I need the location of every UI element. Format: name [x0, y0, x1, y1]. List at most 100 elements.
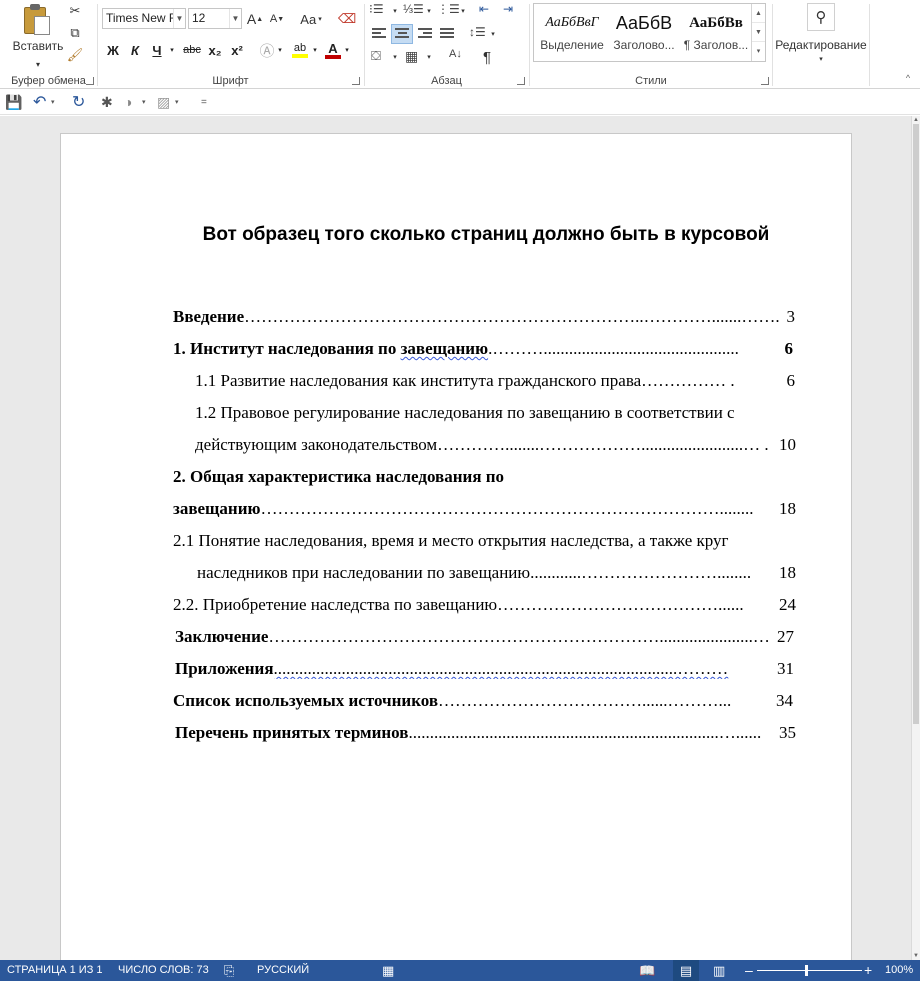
highlight-color-swatch: [292, 54, 308, 58]
collapse-ribbon-icon[interactable]: ^: [902, 72, 914, 84]
style-heading-1[interactable]: АаБбВ Заголово...: [608, 6, 680, 59]
grow-font-button[interactable]: A ▲: [246, 10, 264, 28]
macro-recording-icon[interactable]: ▦: [382, 960, 394, 981]
clipboard-launcher-icon[interactable]: [86, 77, 94, 85]
document-page[interactable]: Вот образец того сколько страниц должно …: [60, 133, 852, 960]
proofing-icon[interactable]: ⎘: [224, 960, 234, 981]
strikethrough-button[interactable]: abc: [180, 40, 204, 60]
clear-formatting-icon[interactable]: ⌫: [338, 10, 356, 28]
toc-page-number: 24: [779, 595, 796, 614]
toc-page-number: 34: [776, 691, 793, 710]
font-size-combo[interactable]: 12 ▼: [188, 8, 242, 29]
styles-launcher-icon[interactable]: [761, 77, 769, 85]
vertical-scrollbar[interactable]: ▲ ▼: [911, 116, 920, 960]
word-count-status[interactable]: ЧИСЛО СЛОВ: 73: [118, 960, 209, 981]
subscript-button[interactable]: x₂: [206, 40, 224, 60]
borders-dropdown-icon[interactable]: ▾: [425, 50, 433, 64]
increase-indent-icon[interactable]: ⇥: [503, 2, 523, 20]
change-case-button[interactable]: Aa ▾: [296, 10, 326, 28]
scroll-up-icon[interactable]: ▲: [912, 116, 920, 124]
scroll-up-icon[interactable]: ▲: [752, 4, 765, 23]
language-status[interactable]: РУССКИЙ: [257, 960, 309, 981]
underline-button[interactable]: Ч: [148, 40, 166, 60]
picture-icon[interactable]: ▨: [157, 93, 170, 111]
cut-icon[interactable]: ✂: [66, 2, 84, 20]
zoom-out-button[interactable]: –: [745, 960, 753, 981]
font-family-combo[interactable]: Times New R ▼: [102, 8, 186, 29]
more-styles-icon[interactable]: ▾: [752, 42, 765, 61]
paste-label[interactable]: Вставить: [8, 39, 68, 53]
italic-button[interactable]: К: [126, 40, 144, 60]
toc-entry-text: Перечень принятых терминов: [175, 723, 409, 742]
picture-dropdown-icon[interactable]: ▾: [175, 93, 179, 111]
line-spacing-icon[interactable]: ↕☰: [469, 25, 489, 43]
undo-icon[interactable]: ↶: [33, 93, 46, 111]
bold-button[interactable]: Ж: [104, 40, 122, 60]
scroll-down-icon[interactable]: ▼: [752, 23, 765, 42]
zoom-slider-track[interactable]: [757, 970, 862, 971]
underline-label: Ч: [152, 42, 162, 58]
superscript-button[interactable]: x²: [228, 40, 246, 60]
macro-icon[interactable]: ✱: [101, 93, 113, 111]
page-count-status[interactable]: СТРАНИЦА 1 ИЗ 1: [7, 960, 103, 981]
borders-icon[interactable]: ▦: [405, 48, 425, 66]
find-icon[interactable]: ⚲: [807, 3, 835, 31]
zoom-in-button[interactable]: +: [864, 960, 872, 981]
toc-entry-text: наследников при наследовании по завещани…: [197, 563, 531, 582]
numbering-dropdown-icon[interactable]: ▾: [425, 4, 433, 18]
align-center-icon[interactable]: [391, 24, 413, 44]
customize-qat-button[interactable]: =: [201, 93, 207, 111]
redo-icon[interactable]: ↻: [72, 93, 85, 111]
text-effects-dropdown-icon[interactable]: ▾: [276, 40, 284, 60]
undo-dropdown-icon[interactable]: ▾: [51, 93, 55, 111]
highlight-dropdown-icon[interactable]: ▾: [311, 40, 319, 60]
copy-icon[interactable]: ⧉: [66, 24, 84, 42]
print-layout-icon[interactable]: ▤: [673, 960, 699, 981]
format-painter-icon[interactable]: 🖌: [66, 46, 84, 64]
paste-button[interactable]: [22, 4, 52, 36]
shrink-font-button[interactable]: A ▼: [268, 10, 286, 28]
line-spacing-dropdown-icon[interactable]: ▾: [489, 27, 497, 41]
zoom-level[interactable]: 100%: [885, 960, 913, 981]
chevron-down-icon[interactable]: ▼: [173, 9, 185, 28]
scrollbar-thumb[interactable]: [913, 124, 919, 724]
editing-button[interactable]: Редактирование: [773, 38, 869, 52]
font-color-button[interactable]: A: [324, 40, 342, 60]
shading-icon[interactable]: ⛋: [371, 48, 391, 66]
align-left-icon[interactable]: [369, 25, 389, 43]
theme-dropdown-icon[interactable]: ▾: [142, 93, 146, 111]
justify-icon[interactable]: [437, 25, 457, 43]
editing-dropdown-icon[interactable]: ▾: [817, 54, 825, 64]
paste-dropdown-icon[interactable]: ▾: [29, 55, 47, 73]
numbering-icon[interactable]: ⅓☰: [403, 2, 424, 20]
theme-icon[interactable]: ◑: [124, 93, 132, 111]
bullets-dropdown-icon[interactable]: ▾: [391, 4, 399, 18]
font-launcher-icon[interactable]: [352, 77, 360, 85]
style-emphasis[interactable]: АаБбВвГ Выделение: [536, 6, 608, 59]
underline-dropdown-icon[interactable]: ▾: [168, 40, 176, 60]
toc-entry-line: 2.1 Понятие наследования, время и место …: [173, 531, 729, 550]
style-heading-2[interactable]: АаБбВв ¶ Заголов...: [680, 6, 752, 59]
show-marks-button[interactable]: ¶: [477, 48, 497, 66]
sort-icon[interactable]: A↓: [449, 48, 469, 66]
chevron-down-icon[interactable]: ▼: [229, 9, 241, 28]
highlight-button[interactable]: ab: [290, 40, 310, 60]
align-right-icon[interactable]: [415, 25, 435, 43]
paragraph-launcher-icon[interactable]: [517, 77, 525, 85]
status-bar: СТРАНИЦА 1 ИЗ 1 ЧИСЛО СЛОВ: 73 ⎘ РУССКИЙ…: [0, 960, 920, 981]
web-layout-icon[interactable]: ▥: [713, 960, 725, 981]
font-color-dropdown-icon[interactable]: ▾: [343, 40, 351, 60]
multilevel-dropdown-icon[interactable]: ▾: [459, 4, 467, 18]
read-mode-icon[interactable]: 📖: [639, 960, 655, 981]
shading-dropdown-icon[interactable]: ▾: [391, 50, 399, 64]
scroll-down-icon[interactable]: ▼: [912, 952, 920, 960]
toc-entry: 1.1 Развитие наследования как института …: [195, 371, 795, 391]
text-effects-icon[interactable]: Ⓐ: [258, 40, 276, 60]
zoom-slider-thumb[interactable]: [805, 965, 808, 976]
multilevel-list-icon[interactable]: ⋮☰: [437, 2, 460, 20]
save-icon[interactable]: 💾: [5, 93, 22, 111]
bullets-icon[interactable]: ⁝☰: [369, 2, 389, 20]
toc-page-number: 6: [786, 371, 796, 390]
toc-leader: ………………………………………………………………………........: [260, 499, 754, 518]
decrease-indent-icon[interactable]: ⇤: [479, 2, 499, 20]
